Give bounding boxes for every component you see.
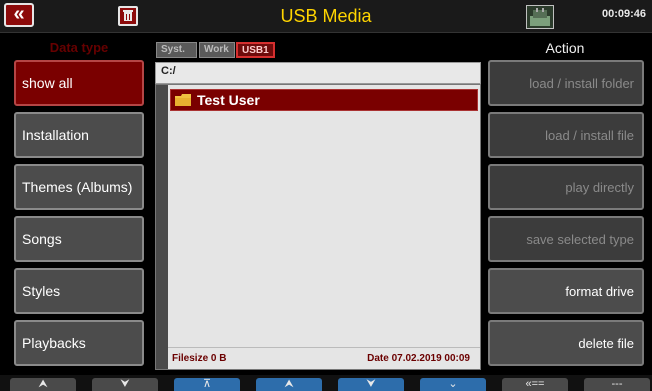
file-name: Test User <box>197 92 260 108</box>
delete-file-button[interactable]: delete file <box>488 320 644 366</box>
format-drive-button[interactable]: format drive <box>488 268 644 314</box>
data-type-heading: Data type <box>49 40 109 55</box>
down-button[interactable]: ⌄ <box>420 378 486 391</box>
page-title: USB Media <box>280 6 372 26</box>
tab-usb1[interactable]: USB1 <box>236 42 275 58</box>
date-label: Date 07.02.2019 00:09 <box>367 353 470 364</box>
title-bar: « USB Media 00:09:46 <box>0 0 652 33</box>
type-playbacks[interactable]: Playbacks <box>14 320 144 366</box>
scroll-down-button[interactable]: ⮟ <box>338 378 404 391</box>
status-bar: Filesize 0 B Date 07.02.2019 00:09 <box>168 347 480 369</box>
page-down-button[interactable]: ⮟ <box>92 378 158 391</box>
scroll-up-button[interactable]: ⮝ <box>256 378 322 391</box>
clock: 00:09:46 <box>601 8 646 20</box>
type-themes[interactable]: Themes (Albums) <box>14 164 144 210</box>
empty-button[interactable]: --- <box>584 378 650 391</box>
type-installation[interactable]: Installation <box>14 112 144 158</box>
back-level-button[interactable]: «== <box>502 378 568 391</box>
type-styles[interactable]: Styles <box>14 268 144 314</box>
page-up-button[interactable]: ⮝ <box>10 378 76 391</box>
folder-icon <box>175 94 191 106</box>
file-row[interactable]: Test User <box>170 89 478 111</box>
type-show-all[interactable]: show all <box>14 60 144 106</box>
action-heading: Action <box>545 40 585 56</box>
save-selected-type-button[interactable]: save selected type <box>488 216 644 262</box>
scrollbar[interactable] <box>156 85 168 369</box>
play-directly-button[interactable]: play directly <box>488 164 644 210</box>
load-install-folder-button[interactable]: load / install folder <box>488 60 644 106</box>
tab-syst[interactable]: Syst. <box>156 42 197 58</box>
tab-work[interactable]: Work <box>199 42 235 58</box>
path-bar: C:/ <box>155 62 481 84</box>
usb-drive-icon <box>526 5 554 29</box>
type-songs[interactable]: Songs <box>14 216 144 262</box>
file-list[interactable]: Test User Filesize 0 B Date 07.02.2019 0… <box>155 84 481 370</box>
filesize-label: Filesize 0 B <box>172 353 227 364</box>
load-install-file-button[interactable]: load / install file <box>488 112 644 158</box>
top-button[interactable]: ⊼ <box>174 378 240 391</box>
